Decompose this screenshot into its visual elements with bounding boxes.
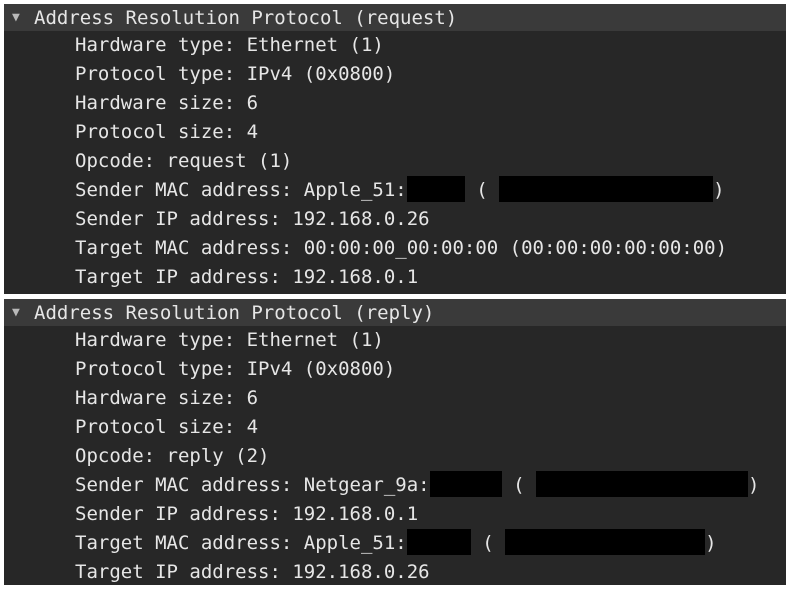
field-text: Opcode: request (1): [75, 150, 293, 172]
field-text: Hardware type: Ethernet (1): [75, 329, 384, 351]
expand-triangle-icon[interactable]: ▼: [12, 305, 34, 320]
field-text: Sender IP address: 192.168.0.1: [75, 503, 419, 525]
field-text: Opcode: reply (2): [75, 445, 270, 467]
field-text: Hardware size: 6: [75, 387, 259, 409]
redaction-box: [406, 175, 465, 202]
field-text: Hardware size: 6: [75, 92, 259, 114]
redaction-box: [406, 528, 471, 555]
paren: (: [476, 179, 488, 201]
tree-row[interactable]: Hardware type: Ethernet (1): [4, 326, 786, 355]
field-text: Protocol type: IPv4 (0x0800): [75, 358, 396, 380]
field-text: Protocol type: IPv4 (0x0800): [75, 63, 396, 85]
tree-row[interactable]: Protocol size: 4: [4, 413, 786, 442]
tree-row[interactable]: Target MAC address: Apple_51: ( ): [4, 528, 786, 558]
paren: (: [482, 532, 494, 554]
tree-row[interactable]: Target IP address: 192.168.0.1: [4, 263, 786, 292]
paren: ): [747, 474, 760, 496]
tree-row[interactable]: Sender IP address: 192.168.0.26: [4, 205, 786, 234]
tree-row[interactable]: Opcode: request (1): [4, 147, 786, 176]
header-label: Address Resolution Protocol (request): [34, 6, 458, 29]
tree-row[interactable]: Hardware size: 6: [4, 89, 786, 118]
paren: ): [705, 532, 717, 554]
tree-row[interactable]: Target IP address: 192.168.0.26: [4, 558, 786, 587]
tree-row[interactable]: Hardware size: 6: [4, 384, 786, 413]
field-text: Sender IP address: 192.168.0.26: [75, 208, 430, 230]
tree-header-reply[interactable]: ▼ Address Resolution Protocol (reply): [4, 299, 786, 326]
redaction-box: [505, 528, 706, 555]
tree-row[interactable]: Protocol size: 4: [4, 118, 786, 147]
field-text: Target MAC address: 00:00:00_00:00:00 (0…: [75, 237, 728, 259]
paren: ): [713, 179, 725, 201]
field-text: Protocol size: 4: [75, 416, 259, 438]
tree-row[interactable]: Sender MAC address: Apple_51: ( ): [4, 175, 786, 205]
paren: (: [513, 474, 525, 496]
tree-row[interactable]: Protocol type: IPv4 (0x0800): [4, 355, 786, 384]
field-text: Target IP address: 192.168.0.26: [75, 561, 430, 583]
redaction-box: [499, 175, 714, 202]
tree-header-request[interactable]: ▼ Address Resolution Protocol (request): [4, 4, 786, 31]
field-text: Protocol size: 4: [75, 121, 259, 143]
field-text: Sender MAC address: Netgear_9a:: [75, 474, 430, 496]
field-text: Sender MAC address: Apple_51:: [75, 179, 407, 201]
tree-row[interactable]: Hardware type: Ethernet (1): [4, 31, 786, 60]
tree-row[interactable]: Sender IP address: 192.168.0.1: [4, 500, 786, 529]
header-label: Address Resolution Protocol (reply): [34, 301, 435, 324]
redaction-box: [429, 470, 502, 497]
tree-row[interactable]: Sender MAC address: Netgear_9a: ( ): [4, 470, 786, 500]
field-text: Target IP address: 192.168.0.1: [75, 266, 419, 288]
field-text: Hardware type: Ethernet (1): [75, 34, 384, 56]
arp-reply-tree: ▼ Address Resolution Protocol (reply) Ha…: [4, 299, 786, 585]
expand-triangle-icon[interactable]: ▼: [12, 10, 34, 25]
tree-row[interactable]: Target MAC address: 00:00:00_00:00:00 (0…: [4, 234, 786, 263]
redaction-box: [535, 470, 748, 497]
arp-request-tree: ▼ Address Resolution Protocol (request) …: [4, 4, 786, 294]
tree-row[interactable]: Opcode: reply (2): [4, 442, 786, 471]
tree-row[interactable]: Protocol type: IPv4 (0x0800): [4, 60, 786, 89]
field-text: Target MAC address: Apple_51:: [75, 532, 407, 554]
